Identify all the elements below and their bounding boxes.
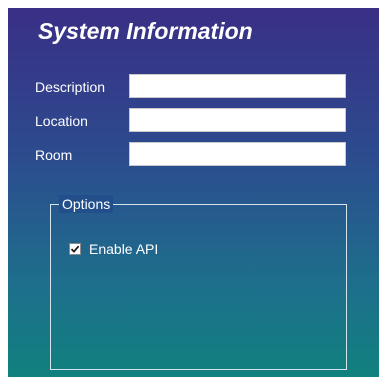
enable-api-option[interactable]: Enable API [69,241,158,257]
options-groupbox: Options Enable API [50,195,347,370]
room-label: Room [35,147,73,163]
system-information-panel: System Information Description Location … [8,8,379,377]
page-title: System Information [38,18,253,44]
description-field[interactable] [129,74,346,98]
check-icon [70,245,80,253]
location-field[interactable] [129,108,346,132]
room-field[interactable] [129,142,346,166]
options-legend: Options [59,195,114,213]
enable-api-checkbox[interactable] [69,243,81,255]
location-label: Location [35,113,88,129]
description-label: Description [35,79,106,95]
enable-api-label: Enable API [89,241,159,257]
